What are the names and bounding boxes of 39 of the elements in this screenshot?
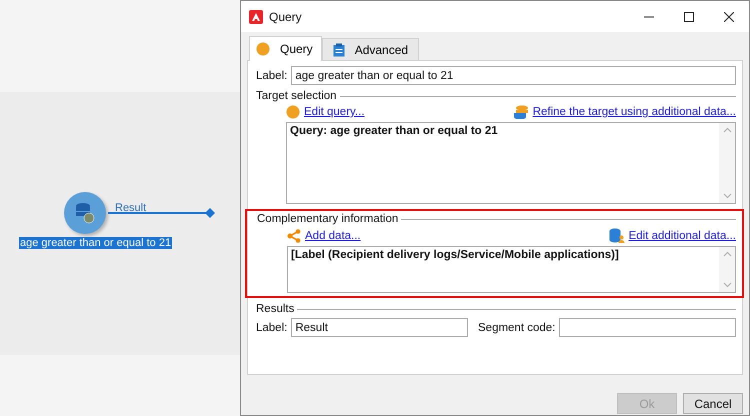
label-field[interactable]: age greater than or equal to 21	[291, 66, 736, 85]
maximize-icon	[684, 12, 694, 22]
circle-icon	[286, 105, 300, 119]
field-label: Label:	[256, 70, 288, 82]
query-text: Query: age greater than or equal to 21	[289, 124, 499, 139]
scroll-down-icon[interactable]	[722, 282, 732, 288]
scroll-down-icon[interactable]	[722, 193, 732, 199]
tab[interactable]: Query	[249, 36, 322, 61]
section-title: Complementary information	[257, 213, 398, 225]
additional-data-text: [Label (Recipient delivery logs/Service/Mobile applications)]	[290, 248, 620, 263]
section-title: Target selection	[256, 90, 337, 102]
scroll-up-icon[interactable]	[722, 127, 732, 133]
circle-icon	[256, 42, 270, 56]
section-title: Results	[256, 303, 294, 315]
dialog-button[interactable]: Cancel	[683, 393, 743, 414]
link[interactable]: Edit additional data...	[608, 228, 736, 243]
scroll-up-icon[interactable]	[722, 251, 732, 257]
database-icon	[512, 105, 529, 119]
additional-data-text-area[interactable]: [Label (Recipient delivery logs/Service/Mobile applications)]	[287, 246, 736, 293]
query-text-area[interactable]: Query: age greater than or equal to 21	[286, 122, 736, 204]
scrollbar[interactable]	[719, 247, 735, 292]
transition-label: Result	[115, 202, 146, 214]
database-icon	[74, 202, 96, 224]
link[interactable]: Add data...	[287, 228, 361, 242]
field-label: Label:	[256, 322, 288, 334]
node-label: age greater than or equal to 21	[19, 237, 172, 249]
share-icon	[287, 228, 301, 242]
app-logo-icon	[249, 10, 263, 24]
scrollbar[interactable]	[719, 123, 735, 203]
clipboard-icon	[332, 42, 345, 56]
database-user-icon	[608, 228, 625, 243]
close-icon	[724, 12, 734, 22]
window-title: Query	[269, 10, 302, 24]
field-label: Segment code:	[478, 322, 556, 334]
input-field[interactable]	[559, 318, 736, 337]
link[interactable]: Edit query...	[286, 105, 365, 119]
input-field[interactable]: Result	[291, 318, 468, 337]
tab[interactable]: Advanced	[322, 38, 420, 60]
link[interactable]: Refine the target using additional data...	[512, 105, 736, 119]
